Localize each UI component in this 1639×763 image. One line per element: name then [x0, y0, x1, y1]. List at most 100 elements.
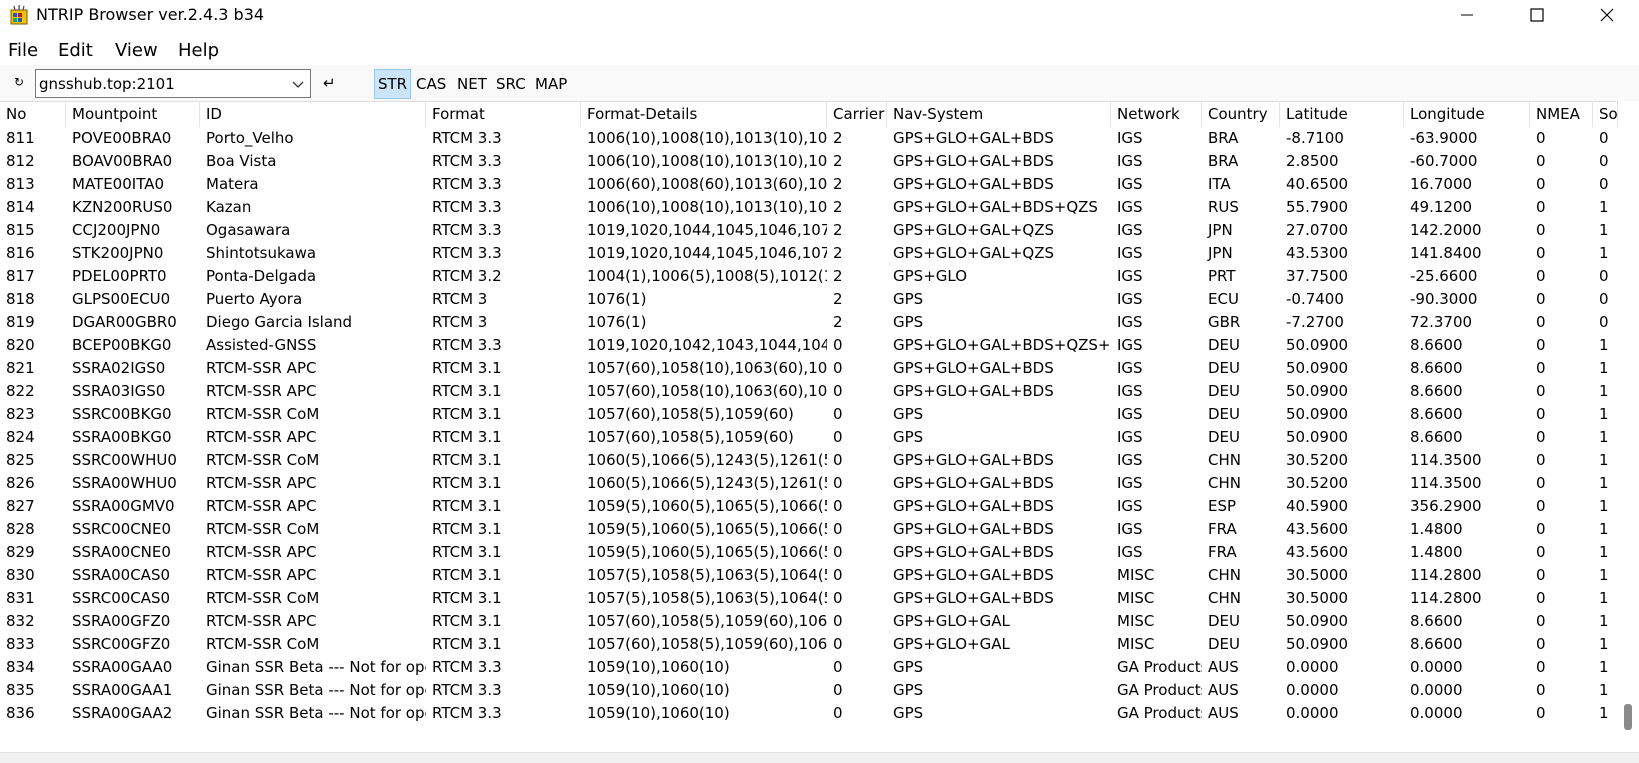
table-row[interactable]: 819 DGAR00GBR0 Diego Garcia Island RTCM 3 10… [0, 310, 1618, 334]
cell-format-details: 1057(60),1058(10),1063(60),1064(10) [587, 359, 827, 377]
cell-no: 812 [6, 152, 35, 170]
cell-format: RTCM 3.1 [432, 543, 502, 561]
cell-latitude: -0.7400 [1286, 290, 1344, 308]
table-row[interactable]: 829 SSRA00CNE0 RTCM-SSR APC RTCM 3.1 1059(5)… [0, 540, 1618, 564]
cell-no: 817 [6, 267, 35, 285]
minimize-button[interactable] [1432, 0, 1502, 30]
maximize-button[interactable] [1502, 0, 1572, 30]
cell-longitude: 8.6600 [1410, 405, 1463, 423]
table-row[interactable]: 814 KZN200RUS0 Kazan RTCM 3.3 1006(10),1008(… [0, 195, 1618, 219]
cell-carrier: 0 [833, 382, 843, 400]
table-row[interactable]: 818 GLPS00ECU0 Puerto Ayora RTCM 3 1076(1) 2 G… [0, 287, 1618, 311]
cell-format-details: 1019,1020,1042,1043,1044,1045,1046 [587, 336, 827, 354]
cell-mountpoint: SSRA00GAA0 [72, 658, 173, 676]
table-row[interactable]: 826 SSRA00WHU0 RTCM-SSR APC RTCM 3.1 1060(5)… [0, 471, 1618, 495]
cell-format: RTCM 3.1 [432, 474, 502, 492]
cell-solution: 1 [1599, 198, 1609, 216]
tab-str[interactable]: STR [374, 69, 412, 99]
tab-map[interactable]: MAP [532, 69, 570, 99]
table-row[interactable]: 813 MATE00ITA0 Matera RTCM 3.3 1006(60),1008… [0, 172, 1618, 196]
table-row[interactable]: 812 BOAV00BRA0 Boa Vista RTCM 3.3 1006(10),1… [0, 149, 1618, 173]
cell-carrier: 0 [833, 336, 843, 354]
cell-latitude: 0.0000 [1286, 658, 1339, 676]
table-row[interactable]: 831 SSRC00CAS0 RTCM-SSR CoM RTCM 3.1 1057(5)… [0, 586, 1618, 610]
cell-no: 828 [6, 520, 35, 538]
menu-edit[interactable]: Edit [58, 40, 93, 62]
cell-nav-system: GPS+GLO+GAL+BDS [893, 589, 1054, 607]
table-row[interactable]: 816 STK200JPN0 Shintotsukawa RTCM 3.3 1019,1… [0, 241, 1618, 265]
caster-combobox[interactable] [35, 69, 311, 98]
connect-enter-icon[interactable]: ↵ [323, 74, 336, 92]
table-row[interactable]: 832 SSRA00GFZ0 RTCM-SSR APC RTCM 3.1 1057(60… [0, 609, 1618, 633]
column-header-mountpoint[interactable]: Mountpoint [66, 102, 200, 127]
cell-nmea: 0 [1536, 198, 1546, 216]
cell-format-details: 1076(1) [587, 290, 647, 308]
table-row[interactable]: 836 SSRA00GAA2 Ginan SSR Beta --- Not for … [0, 701, 1618, 725]
table-row[interactable]: 828 SSRC00CNE0 RTCM-SSR CoM RTCM 3.1 1059(5)… [0, 517, 1618, 541]
column-header-format[interactable]: Format [426, 102, 581, 127]
table-row[interactable]: 833 SSRC00GFZ0 RTCM-SSR CoM RTCM 3.1 1057(60… [0, 632, 1618, 656]
cell-mountpoint: SSRA00CAS0 [72, 566, 171, 584]
table-row[interactable]: 835 SSRA00GAA1 Ginan SSR Beta --- Not for … [0, 678, 1618, 702]
cell-latitude: 30.5200 [1286, 474, 1349, 492]
cell-network: IGS [1117, 129, 1143, 147]
cell-network: IGS [1117, 290, 1143, 308]
cell-id: Ginan SSR Beta --- Not for operational u… [206, 704, 426, 722]
cell-format-details: 1057(60),1058(5),1059(60) [587, 428, 794, 446]
table-row[interactable]: 815 CCJ200JPN0 Ogasawara RTCM 3.3 1019,1020,… [0, 218, 1618, 242]
tab-cas[interactable]: CAS [413, 69, 449, 99]
cell-format-details: 1019,1020,1044,1045,1046,1077,1087 [587, 244, 827, 262]
title-bar: NTRIP Browser ver.2.4.3 b34 [0, 0, 1639, 30]
table-row[interactable]: 822 SSRA03IGS0 RTCM-SSR APC RTCM 3.1 1057(60… [0, 379, 1618, 403]
cell-format-details: 1057(5),1058(5),1063(5),1064(5),1240(5) [587, 589, 827, 607]
cell-country: JPN [1208, 244, 1233, 262]
cell-country: AUS [1208, 681, 1239, 699]
scrollbar-thumb[interactable] [1624, 704, 1632, 730]
app-icon [10, 5, 28, 25]
menu-file[interactable]: File [8, 40, 38, 62]
table-row[interactable]: 817 PDEL00PRT0 Ponta-Delgada RTCM 3.2 1004(1… [0, 264, 1618, 288]
table-row[interactable]: 823 SSRC00BKG0 RTCM-SSR CoM RTCM 3.1 1057(60… [0, 402, 1618, 426]
tab-src[interactable]: SRC [493, 69, 529, 99]
chevron-down-icon[interactable] [290, 76, 306, 92]
column-header-nmea[interactable]: NMEA [1530, 102, 1593, 127]
column-header-network[interactable]: Network [1111, 102, 1202, 127]
column-header-no[interactable]: No [0, 102, 66, 127]
column-header-longitude[interactable]: Longitude [1404, 102, 1530, 127]
close-button[interactable] [1572, 0, 1639, 30]
table-row[interactable]: 827 SSRA00GMV0 RTCM-SSR APC RTCM 3.1 1059(5)… [0, 494, 1618, 518]
refresh-icon[interactable]: ↻ [12, 75, 26, 89]
cell-carrier: 0 [833, 451, 843, 469]
table-row[interactable]: 834 SSRA00GAA0 Ginan SSR Beta --- Not for … [0, 655, 1618, 679]
column-header-country[interactable]: Country [1202, 102, 1280, 127]
column-header-id[interactable]: ID [200, 102, 426, 127]
table-row[interactable]: 830 SSRA00CAS0 RTCM-SSR APC RTCM 3.1 1057(5)… [0, 563, 1618, 587]
table-row[interactable]: 811 POVE00BRA0 Porto_Velho RTCM 3.3 1006(10)… [0, 126, 1618, 150]
cell-longitude: 8.6600 [1410, 428, 1463, 446]
cell-format: RTCM 3.1 [432, 635, 502, 653]
table-row[interactable]: 821 SSRA02IGS0 RTCM-SSR APC RTCM 3.1 1057(60… [0, 356, 1618, 380]
table-row[interactable]: 825 SSRC00WHU0 RTCM-SSR CoM RTCM 3.1 1060(5)… [0, 448, 1618, 472]
menu-view[interactable]: View [115, 40, 158, 62]
table-row[interactable]: 824 SSRA00BKG0 RTCM-SSR APC RTCM 3.1 1057(60… [0, 425, 1618, 449]
cell-longitude: -60.7000 [1410, 152, 1478, 170]
cell-format-details: 1006(10),1008(10),1013(10),1019(10) [587, 152, 827, 170]
tab-net[interactable]: NET [454, 69, 490, 99]
column-header-format-details[interactable]: Format-Details [581, 102, 827, 127]
column-header-carrier[interactable]: Carrier [827, 102, 887, 127]
sourcetable-list[interactable]: 811 POVE00BRA0 Porto_Velho RTCM 3.3 1006(10)… [0, 126, 1618, 752]
column-header-latitude[interactable]: Latitude [1280, 102, 1404, 127]
cell-carrier: 0 [833, 612, 843, 630]
cell-nav-system: GPS+GLO+GAL+BDS [893, 382, 1054, 400]
column-header-solution[interactable]: Sol [1593, 102, 1618, 127]
vertical-scrollbar[interactable] [1618, 101, 1639, 752]
cell-format: RTCM 3.1 [432, 612, 502, 630]
cell-longitude: 141.8400 [1410, 244, 1482, 262]
column-header-nav-system[interactable]: Nav-System [887, 102, 1111, 127]
menu-help[interactable]: Help [178, 40, 219, 62]
caster-address-input[interactable] [36, 70, 284, 97]
cell-latitude: 50.0900 [1286, 405, 1349, 423]
cell-no: 833 [6, 635, 35, 653]
table-row[interactable]: 820 BCEP00BKG0 Assisted-GNSS RTCM 3.3 1019,1… [0, 333, 1618, 357]
cell-country: DEU [1208, 359, 1241, 377]
